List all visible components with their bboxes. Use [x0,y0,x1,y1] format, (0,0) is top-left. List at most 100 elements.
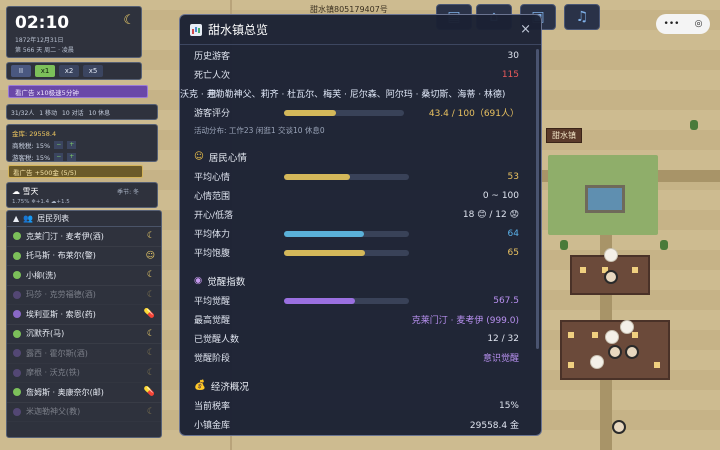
moon-icon: ☾ [146,406,155,417]
pill-icon: 💊 [143,387,155,398]
dialog.mood_rows-row: 平均心情 53 [194,167,519,186]
trade-tax-plus[interactable]: + [67,141,77,149]
speed-x2-button[interactable]: x2 [59,65,79,77]
dialog-scrollbar[interactable] [536,49,539,349]
pause-button[interactable]: II [11,65,31,77]
dialog.mood_rows-row: 平均体力 64 [194,224,519,243]
dialog.mood_rows-row: 开心/低落 18 😊 / 12 😟 [194,205,519,224]
resident-list-title: 居民列表 [37,214,70,223]
row-value: 43.4 / 100（691人） [428,109,519,119]
visitor-score-row: 游客评分 43.4 / 100（691人） [194,103,519,122]
resident-token[interactable] [608,345,622,359]
row-value: 115 [501,69,519,80]
row-label: 平均觉醒 [194,297,231,307]
resident-name: 露西 · 霍尔斯(酒) [26,348,88,358]
weather-name: 雪天 [22,187,39,196]
trade-tax-minus[interactable]: − [54,141,64,149]
mini-program-capsule[interactable]: ••• ◎ [656,14,710,34]
section-title: 居民心情 [208,152,247,164]
dialog.econ_rows-row: 小镇金库 29558.4 金 [194,415,519,434]
deaths-row: 死亡人次 115 [194,65,519,84]
music-icon: ♫ [575,9,589,25]
close-icon[interactable]: × [520,22,531,37]
visitor-score-bar [284,109,404,116]
resident-token[interactable] [625,345,639,359]
population-stats: 31/32人 1 移动 10 对话 10 休息 [6,104,158,120]
section-title: 经济概况 [210,381,249,393]
close-circle-icon[interactable]: ◎ [695,19,703,29]
row-value: 65 [507,247,519,258]
resident-list-item[interactable]: 埃利亚斯 · 索恩(药) 💊 [7,305,161,325]
resident-list-item[interactable]: 托马斯 · 布莱尔(警) ☺ [7,247,161,266]
dialog-body[interactable]: 历史游客 30 死亡人次 115 沃克 · 弗勒勒神父、莉齐 · 杜瓦尔、梅芙 · … [180,46,533,435]
progress-bar [284,249,409,256]
row-value: 意识觉醒 [482,354,519,364]
resident-avatar [13,329,21,338]
snow-icon: ☁ [12,187,20,196]
row-label: 心情范围 [194,192,231,202]
resident-list-header[interactable]: ▲ 👥 居民列表 [7,211,161,227]
dialog.mood_rows-row: 心情范围 0 ~ 100 [194,186,519,205]
resident-token[interactable] [604,270,618,284]
row-label: 小镇金库 [194,421,231,431]
row-label: 当前税率 [194,402,231,412]
more-icon[interactable]: ••• [664,19,680,29]
talk-count: 10 对话 [62,109,84,117]
dialog.econ_rows-row: 当前税率 15% [194,396,519,415]
dialog.awake_rows-row: 最高觉醒 克莱门汀 · 麦考伊 (999.0) [194,310,519,329]
resident-name: 米迦勒神父(教) [26,407,81,417]
row-label: 已觉醒人数 [194,335,240,345]
progress-fill [284,173,351,180]
resident-avatar [13,232,21,241]
resident-list-item[interactable]: 米迦勒神父(教) ☾ [7,403,161,423]
resident-list-item[interactable]: 詹姆斯 · 奥康奈尔(邮) 💊 [7,383,161,403]
moon-icon: ☾ [146,270,155,281]
people-icon: 👥 [23,214,34,223]
resident-name: 沉默乔(马) [26,329,65,339]
speed-controls: II x1 x2 x5 [6,62,142,80]
resident-list-item[interactable]: 克莱门汀 · 麦考伊(酒) ☾ [7,227,161,247]
activity-distribution: 活动分布: 工作23 闲逛1 交谈10 休息0 [194,125,325,135]
speed-x5-button[interactable]: x5 [83,65,103,77]
ad-gold-button[interactable]: 看广告 +500金 (5/5) [8,165,143,178]
resident-avatar [13,251,21,260]
treasury-panel: 金库: 29558.4 商税税: 15% − + 游客税: 15% − + [6,124,158,162]
rest-count: 10 休息 [88,109,111,117]
row-label: 游客评分 [194,109,231,119]
resident-token[interactable] [612,420,626,434]
resident-name: 克莱门汀 · 麦考伊(酒) [26,231,104,241]
row-label: 最高觉醒 [194,316,231,326]
resident-list-item[interactable]: 玛莎 · 克劳福德(酒) ☾ [7,286,161,306]
row-value: 18 😊 / 12 😟 [462,209,519,220]
row-value: 53 [507,171,519,182]
tourism-tax-plus[interactable]: + [67,153,77,161]
dialog.awake_rows-row: 已觉醒人数 12 / 32 [194,329,519,348]
resident-name: 詹姆斯 · 奥康奈尔(邮) [26,387,104,397]
row-label: 开心/低落 [194,211,234,221]
resident-list-item[interactable]: 沉默乔(马) ☾ [7,325,161,344]
moon-icon: ☾ [146,328,155,339]
ad-speed-button[interactable]: 看广告 x10极速5分钟 [8,85,148,98]
resident-count: 31/32人 [11,109,35,117]
collapse-icon[interactable]: ▲ [13,214,19,223]
resident-name: 摩根 · 沃克(铁) [26,368,80,378]
move-count: 1 移动 [39,109,58,117]
economy-section-header: 💰 经济概况 [194,375,519,396]
music-button[interactable]: ♫ [564,4,600,30]
resident-avatar [13,310,21,319]
moon-icon: ☾ [123,13,135,28]
date-line: 1872年12月31日 [15,37,64,44]
resident-list-item[interactable]: 小柳(洗) ☾ [7,266,161,286]
mood-section-header: ☺ 居民心情 [194,146,519,167]
speed-x1-button[interactable]: x1 [35,65,55,77]
resident-list-item[interactable]: 露西 · 霍尔斯(酒) ☾ [7,344,161,364]
resident-avatar [13,271,21,280]
resident-list-item[interactable]: 摩根 · 沃克(铁) ☾ [7,364,161,384]
progress-fill [284,297,356,304]
resident-list-panel: ▲ 👥 居民列表 克莱门汀 · 麦考伊(酒) ☾ 托马斯 · 布莱尔(警) ☺ 小柳(洗… [6,210,162,438]
dialog.mood_rows-row: 平均饱腹 65 [194,243,519,262]
row-value: 30 [507,50,519,61]
tourism-tax-minus[interactable]: − [54,153,64,161]
row-label: 平均饱腹 [194,249,231,259]
resident-name: 小柳(洗) [26,270,57,280]
